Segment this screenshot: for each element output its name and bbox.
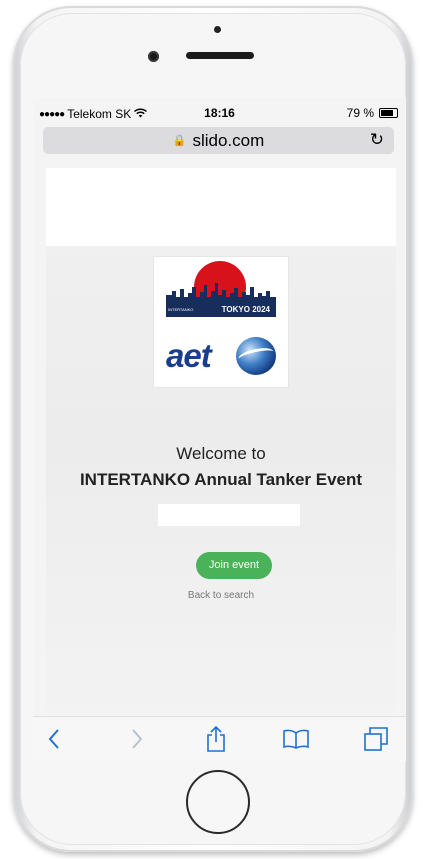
tokyo-skyline-graphic: [166, 283, 276, 305]
page-header-strip: [46, 168, 396, 246]
forward-icon[interactable]: [122, 725, 152, 753]
lock-icon: 🔒: [172, 135, 187, 147]
back-to-search-link[interactable]: Back to search: [46, 590, 396, 601]
web-page: TOKYO 2024 INTERTANKO aet Welcome to INT…: [46, 168, 396, 716]
safari-toolbar: [33, 716, 406, 761]
welcome-text: Welcome to: [176, 444, 266, 463]
screen: ●●●●● Telekom SK 18:16 79 % 🔒 slido.com …: [33, 98, 406, 758]
back-icon[interactable]: [39, 725, 69, 753]
front-camera: [148, 51, 159, 62]
earpiece-speaker: [186, 52, 254, 59]
aet-logo-text: aet: [166, 337, 212, 374]
proximity-sensor: [214, 26, 221, 33]
intertanko-mini-text: INTERTANKO: [168, 307, 194, 312]
battery-percentage: 79 %: [346, 106, 374, 120]
address-bar[interactable]: 🔒 slido.com ↻: [43, 127, 394, 154]
home-button[interactable]: [186, 770, 250, 834]
tabs-icon[interactable]: [361, 725, 391, 753]
reload-icon[interactable]: ↻: [370, 130, 384, 150]
join-event-button[interactable]: Join event: [196, 552, 272, 579]
event-info-placeholder: [158, 504, 300, 526]
bookmarks-icon[interactable]: [281, 725, 311, 753]
event-title: INTERTANKO Annual Tanker Event: [79, 470, 363, 489]
status-bar: ●●●●● Telekom SK 18:16 79 %: [33, 98, 406, 128]
url-text: slido.com: [192, 130, 265, 150]
share-icon[interactable]: [201, 725, 231, 753]
battery-icon: [379, 108, 398, 118]
event-logo: TOKYO 2024 INTERTANKO aet: [153, 256, 289, 388]
